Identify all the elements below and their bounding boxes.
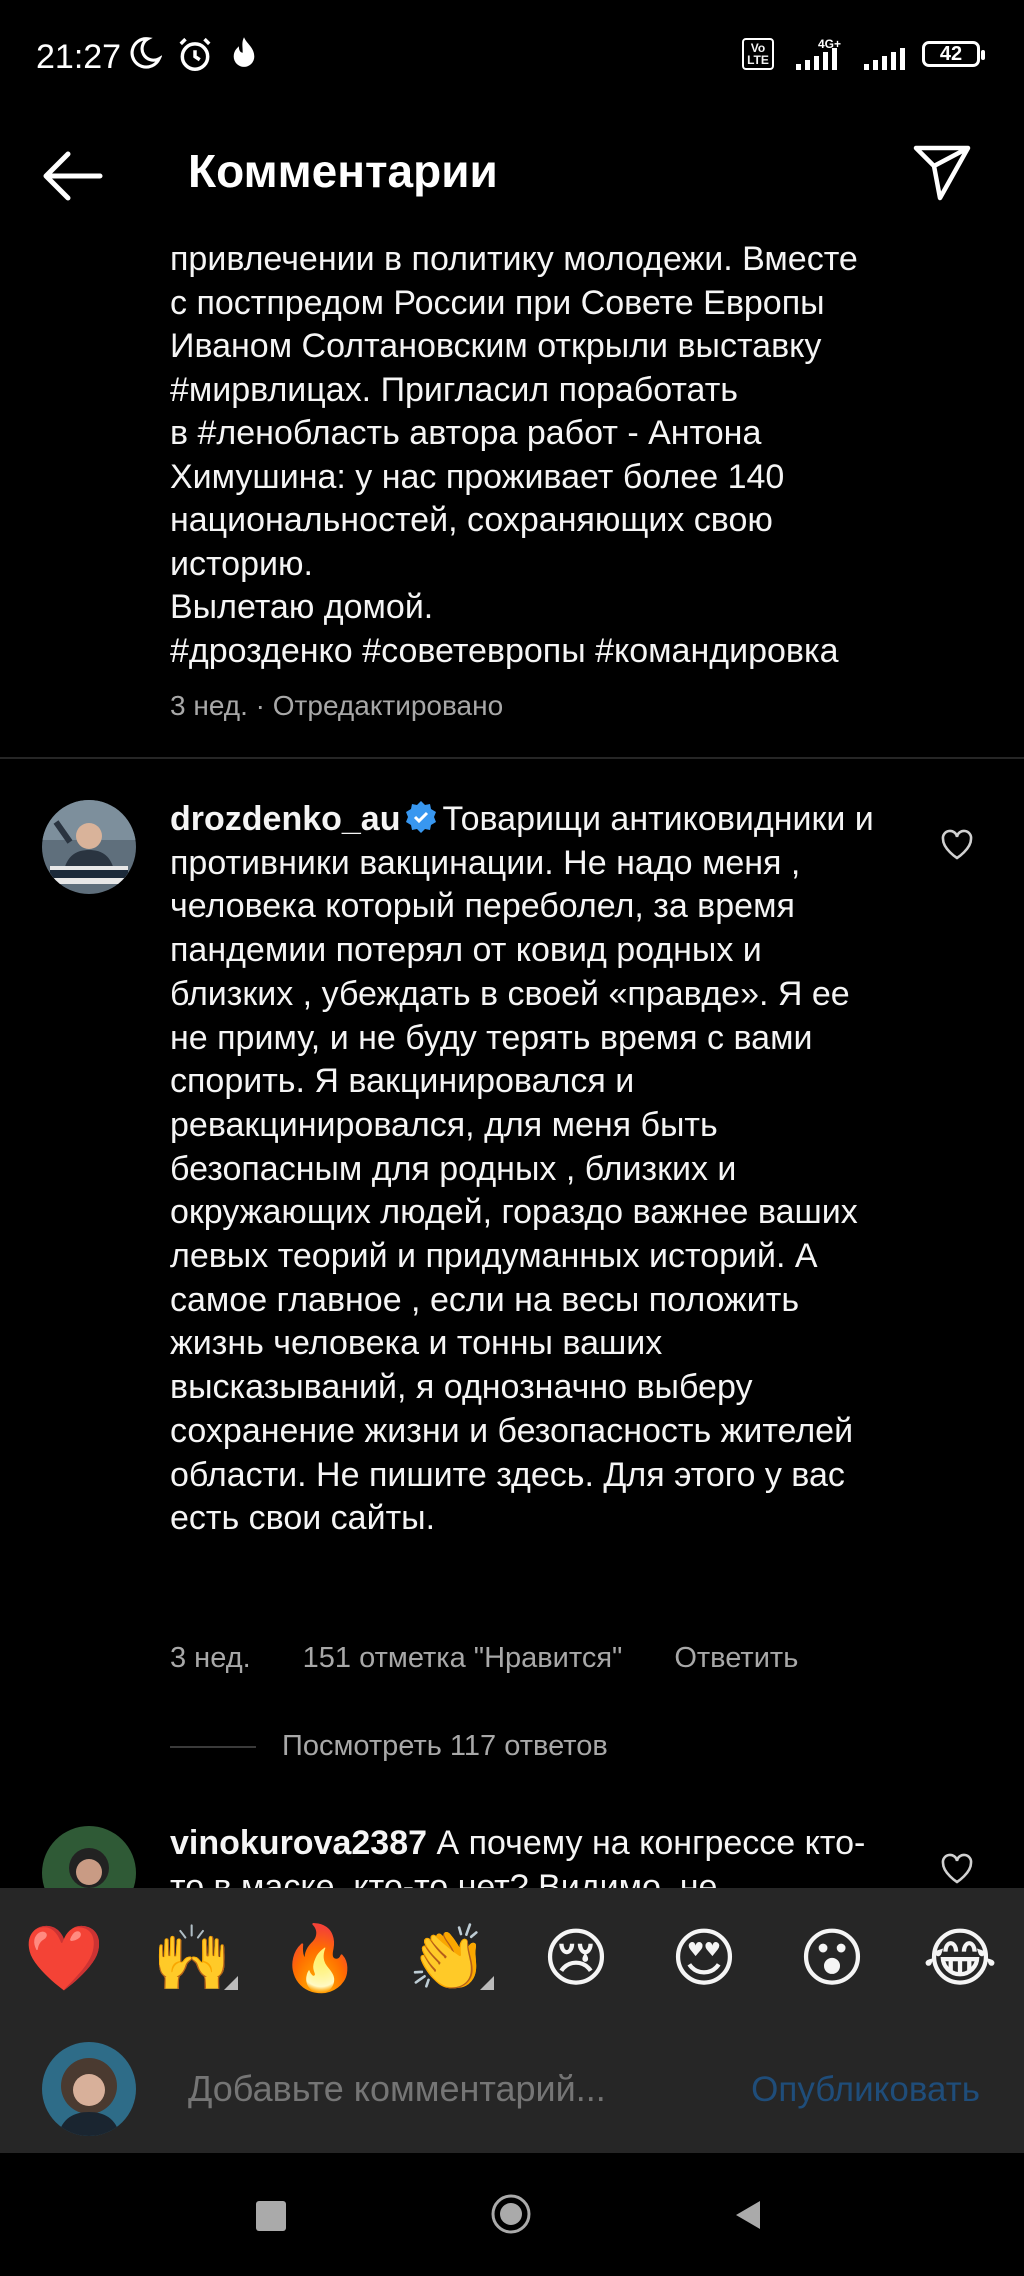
recent-apps-icon[interactable]	[256, 2201, 286, 2231]
signal-icon-2	[864, 48, 905, 70]
arrow-left-icon[interactable]	[40, 150, 104, 202]
top-bar: Комментарии	[0, 120, 1024, 224]
volte-icon: Vo LTE	[742, 38, 774, 70]
emoji-heart[interactable]: ❤️	[24, 1922, 104, 1994]
send-icon[interactable]	[912, 142, 972, 202]
flame-icon	[233, 37, 255, 67]
avatar[interactable]	[42, 800, 136, 894]
emoji-heart-eyes[interactable]: 😍	[664, 1922, 744, 1994]
replies-line	[170, 1745, 256, 1748]
comment-composer: Опубликовать	[0, 2028, 1024, 2153]
status-time: 21:27	[36, 38, 122, 76]
reply-button[interactable]: Ответить	[674, 1642, 798, 1675]
emoji-fire[interactable]: 🔥	[280, 1922, 360, 1994]
emoji-clap[interactable]: 👏	[408, 1922, 488, 1994]
comment-body: vinokurova2387 А почему на конгрессе кто…	[170, 1822, 890, 1888]
skin-tone-indicator-icon	[224, 1976, 238, 1990]
comment-body: drozdenko_au Товарищи антиковидники и про…	[170, 798, 890, 1541]
comment-meta: 3 нед. 151 отметка "Нравится" Ответить	[170, 1642, 850, 1675]
like-heart-icon[interactable]	[940, 1852, 974, 1886]
page-title: Комментарии	[188, 145, 498, 197]
emoji-raised-hands[interactable]: 🙌	[152, 1922, 232, 1994]
view-replies[interactable]: Посмотреть 117 ответов	[170, 1730, 608, 1763]
publish-button[interactable]: Опубликовать	[751, 2070, 980, 2110]
emoji-surprised[interactable]: 😮	[792, 1922, 872, 1994]
comment-username[interactable]: vinokurova2387	[170, 1824, 427, 1862]
alarm-icon	[179, 37, 211, 71]
comment-time: 3 нед.	[170, 1642, 251, 1674]
emoji-crying[interactable]: 😢	[536, 1922, 616, 1994]
back-triangle-icon[interactable]	[730, 2197, 766, 2233]
caption-meta: 3 нед. · Отредактировано	[170, 690, 504, 721]
emoji-quick-bar: ❤️ 🙌 🔥 👏 😢 😍 😮 😂	[0, 1888, 1024, 2028]
comment-input[interactable]	[188, 2068, 708, 2110]
home-icon[interactable]	[490, 2193, 532, 2235]
signal-icon: 4G+	[796, 38, 841, 70]
verified-badge-icon	[406, 801, 437, 833]
svg-text:4G+: 4G+	[818, 38, 841, 51]
like-heart-icon[interactable]	[940, 828, 974, 862]
divider	[0, 757, 1024, 759]
system-nav-bar	[0, 2153, 1024, 2276]
comment-text: Товарищи антиковидники и противники вакц…	[170, 800, 874, 1538]
view-replies-label[interactable]: Посмотреть 117 ответов	[282, 1730, 608, 1763]
status-bar: 21:27 Vo LTE 4G+ 42	[0, 0, 1024, 120]
comment-likes[interactable]: 151 отметка "Нравится"	[303, 1642, 623, 1675]
battery-icon: 42	[922, 41, 985, 67]
moon-icon	[130, 37, 162, 69]
emoji-laughing[interactable]: 😂	[920, 1922, 1000, 1994]
post-caption: привлечении в политику молодежи. Вместе …	[170, 240, 858, 670]
comment-username[interactable]: drozdenko_au	[170, 800, 400, 838]
skin-tone-indicator-icon	[480, 1976, 494, 1990]
avatar	[42, 2042, 136, 2136]
